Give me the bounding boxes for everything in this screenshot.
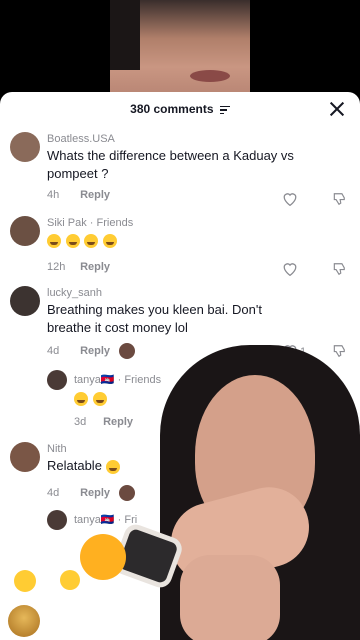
tears-of-joy-emoji bbox=[93, 391, 108, 406]
reply-button[interactable]: Reply bbox=[80, 345, 110, 357]
avatar[interactable] bbox=[10, 286, 40, 316]
tears-of-joy-emoji bbox=[105, 459, 120, 474]
comments-header: 380 comments bbox=[0, 92, 360, 126]
reply-username[interactable]: tanya🇰🇭 · Fri bbox=[74, 513, 137, 526]
dislike-icon[interactable] bbox=[332, 192, 346, 206]
dislike-icon[interactable] bbox=[332, 262, 346, 276]
tears-of-joy-emoji bbox=[102, 233, 117, 248]
like-count: 1 bbox=[300, 346, 307, 358]
comment-time: 4d bbox=[47, 344, 60, 357]
reply-button[interactable]: Reply bbox=[103, 416, 133, 428]
reply-item: tanya🇰🇭 · Friends 3d Reply bbox=[47, 370, 247, 430]
heart-icon[interactable] bbox=[282, 192, 298, 206]
comments-sheet: 380 comments Boatless.USA Whats the diff… bbox=[0, 92, 360, 640]
user-avatar[interactable] bbox=[8, 605, 40, 637]
dislike-icon[interactable] bbox=[332, 344, 346, 358]
reply-button[interactable]: Reply bbox=[80, 189, 110, 201]
dislike-icon[interactable] bbox=[332, 416, 346, 430]
video-hair bbox=[110, 0, 140, 70]
video-background bbox=[0, 0, 360, 96]
username[interactable]: Siki Pak · Friends bbox=[47, 216, 297, 230]
comment-time: 4d bbox=[47, 486, 60, 499]
close-icon[interactable] bbox=[328, 100, 346, 118]
comment-text: Breathing makes you kleen bai. Don't bre… bbox=[47, 302, 262, 335]
reply-avatar[interactable] bbox=[47, 370, 67, 390]
creator-liked-avatar bbox=[119, 485, 136, 501]
tears-of-joy-emoji bbox=[74, 391, 88, 406]
reply-emojis bbox=[74, 390, 108, 408]
comment-time: 12h bbox=[47, 261, 66, 273]
comment-emojis bbox=[47, 231, 297, 249]
reply-button[interactable]: Reply bbox=[80, 487, 110, 499]
heart-icon[interactable] bbox=[282, 262, 298, 276]
emoji-button[interactable] bbox=[60, 570, 80, 590]
comment-text: Relatable bbox=[47, 457, 297, 475]
reply-time: 3d bbox=[74, 416, 87, 428]
heart-icon[interactable] bbox=[282, 344, 298, 358]
tears-of-joy-emoji bbox=[84, 233, 99, 248]
large-emoji-sticker bbox=[80, 534, 126, 580]
avatar[interactable] bbox=[10, 216, 40, 246]
laughing-emoji-button[interactable] bbox=[14, 570, 36, 592]
tears-of-joy-emoji bbox=[65, 233, 80, 248]
tears-of-joy-emoji bbox=[47, 233, 61, 248]
comment-count[interactable]: 380 comments bbox=[0, 102, 360, 116]
avatar[interactable] bbox=[10, 132, 40, 162]
username[interactable]: Nith bbox=[47, 442, 297, 456]
comment-text: Whats the difference between a Kaduay vs… bbox=[47, 148, 294, 181]
filter-icon[interactable] bbox=[219, 104, 230, 117]
comment-count-label: 380 comments bbox=[130, 102, 214, 116]
video-mouth bbox=[190, 70, 230, 82]
username[interactable]: lucky_sanh bbox=[47, 286, 297, 300]
avatar[interactable] bbox=[10, 442, 40, 472]
reply-username[interactable]: tanya🇰🇭 · Friends bbox=[74, 373, 161, 386]
reply-avatar[interactable] bbox=[47, 510, 67, 530]
username[interactable]: Boatless.USA bbox=[47, 132, 297, 146]
creator-liked-avatar bbox=[119, 343, 136, 359]
comment-time: 4h bbox=[47, 189, 60, 201]
reply-button[interactable]: Reply bbox=[80, 261, 110, 273]
